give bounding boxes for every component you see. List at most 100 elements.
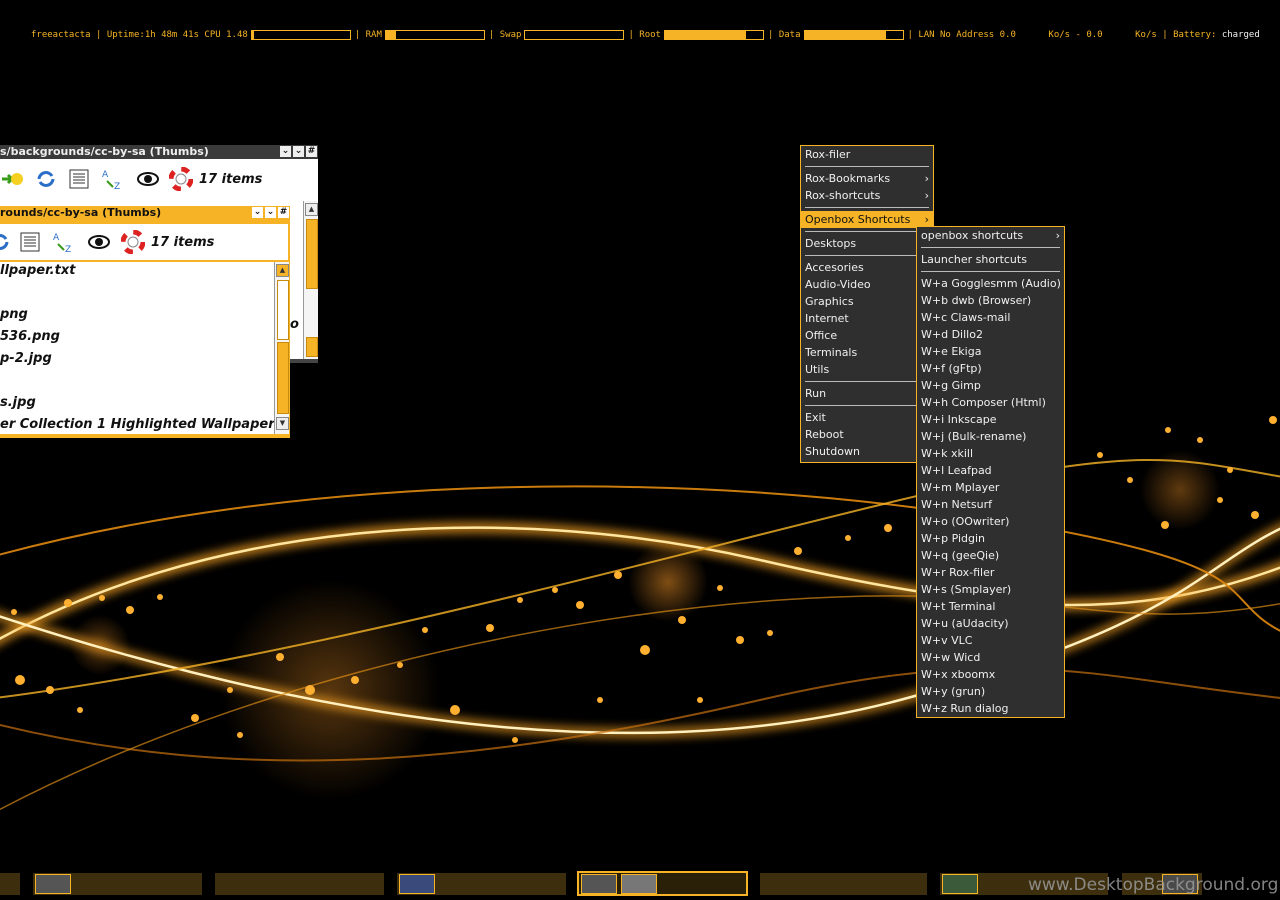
collapse-button[interactable]: ⌄	[252, 207, 263, 218]
refresh-icon[interactable]	[34, 167, 58, 191]
taskbar-button[interactable]	[397, 873, 566, 895]
eye-icon[interactable]	[136, 167, 160, 191]
shortcut-item[interactable]: W+l Leafpad	[917, 462, 1064, 479]
shortcut-item[interactable]: W+y (grun)	[917, 683, 1064, 700]
shortcut-item[interactable]: W+f (gFtp)	[917, 360, 1064, 377]
file-item[interactable]: er Collection 1 Highlighted Wallpaper	[0, 417, 275, 432]
terminal-icon	[581, 874, 617, 894]
sort-icon[interactable]: AZ	[52, 230, 76, 254]
swap-label: Swap	[499, 30, 522, 40]
menu-item-rox-filer[interactable]: Rox-filer	[801, 146, 933, 163]
menu-item-terminals[interactable]: Terminals	[801, 344, 933, 361]
taskbar-button[interactable]	[215, 873, 384, 895]
shortcut-item[interactable]: W+u (aUdacity)	[917, 615, 1064, 632]
scroll-thumb[interactable]	[306, 219, 318, 289]
scroll-thumb-lower[interactable]	[306, 337, 318, 357]
conky-sep: |	[628, 30, 640, 40]
shortcut-item[interactable]: W+g Gimp	[917, 377, 1064, 394]
shortcut-item[interactable]: W+v VLC	[917, 632, 1064, 649]
taskbar-button[interactable]	[0, 873, 20, 895]
eye-icon[interactable]	[87, 230, 111, 254]
shortcut-item[interactable]: W+o (OOwriter)	[917, 513, 1064, 530]
scroll-up-arrow[interactable]: ▲	[276, 264, 289, 277]
item-count: 17 items	[151, 235, 215, 250]
maximize-button[interactable]: #	[306, 146, 317, 157]
file-item[interactable]: p-2.jpg	[0, 351, 52, 366]
shade-button[interactable]: ⌄	[293, 146, 304, 157]
shortcut-item[interactable]: W+t Terminal	[917, 598, 1064, 615]
collapse-button[interactable]: ⌄	[280, 146, 291, 157]
menu-item-internet[interactable]: Internet	[801, 310, 933, 327]
shortcut-item[interactable]: W+k xkill	[917, 445, 1064, 462]
file-item[interactable]: s.jpg	[0, 395, 36, 410]
menu-item-label: Terminals	[805, 346, 858, 359]
sort-icon[interactable]: AZ	[101, 167, 125, 191]
shortcut-item[interactable]: W+n Netsurf	[917, 496, 1064, 513]
menu-item-utils[interactable]: Utils	[801, 361, 933, 378]
file-list-pane[interactable]: llpaper.txt png 536.png p-2.jpg s.jpg er…	[0, 262, 275, 434]
rox-toolbar: AZ 17 items	[0, 161, 318, 197]
shortcut-item[interactable]: W+p Pidgin	[917, 530, 1064, 547]
front-scrollbar[interactable]: ▲ ▼	[274, 262, 289, 434]
menu-item-graphics[interactable]: Graphics	[801, 293, 933, 310]
shortcut-item[interactable]: W+h Composer (Html)	[917, 394, 1064, 411]
details-icon[interactable]	[67, 167, 91, 191]
shortcut-item[interactable]: W+b dwb (Browser)	[917, 292, 1064, 309]
back-window-bottom-edge	[290, 359, 318, 363]
shortcut-item[interactable]: W+x xboomx	[917, 666, 1064, 683]
taskbar-button[interactable]	[33, 873, 202, 895]
menu-item-exit[interactable]: Exit	[801, 409, 933, 426]
menu-item-rox-bookmarks[interactable]: Rox-Bookmarks ›	[801, 170, 933, 187]
submenu-item-openbox-shortcuts[interactable]: openbox shortcuts ›	[917, 227, 1064, 244]
shortcut-item[interactable]: W+s (Smplayer)	[917, 581, 1064, 598]
menu-item-accesories[interactable]: Accesories	[801, 259, 933, 276]
menu-item-label: Graphics	[805, 295, 854, 308]
shortcut-item[interactable]: W+a Gogglesmm (Audio)	[917, 275, 1064, 292]
scroll-down-arrow[interactable]: ▼	[276, 417, 289, 430]
shortcut-item[interactable]: W+d Dillo2	[917, 326, 1064, 343]
back-scrollbar[interactable]: ▲	[303, 201, 318, 361]
menu-item-desktops[interactable]: Desktops	[801, 235, 933, 252]
scroll-up-arrow[interactable]: ▲	[305, 203, 318, 216]
shortcut-item[interactable]: W+z Run dialog	[917, 700, 1064, 717]
shortcut-item[interactable]: W+e Ekiga	[917, 343, 1064, 360]
taskbar-button[interactable]	[760, 873, 927, 895]
scroll-thumb[interactable]	[277, 280, 289, 340]
file-item[interactable]: png	[0, 307, 28, 322]
cpu-bar	[250, 30, 351, 40]
terminal-icon	[35, 874, 71, 894]
maximize-button[interactable]: #	[278, 207, 289, 218]
svg-text:A: A	[53, 233, 60, 243]
window-titlebar[interactable]: s/backgrounds/cc-by-sa (Thumbs) ⌄ ⌄ #	[0, 145, 318, 159]
details-icon[interactable]	[18, 230, 42, 254]
shortcut-item[interactable]: W+m Mplayer	[917, 479, 1064, 496]
taskbar-button-active[interactable]	[577, 871, 748, 896]
refresh-icon[interactable]	[0, 230, 12, 254]
home-forward-icon[interactable]	[0, 167, 24, 191]
menu-item-audio-video[interactable]: Audio-Video	[801, 276, 933, 293]
window-titlebar[interactable]: rounds/cc-by-sa (Thumbs) ⌄ ⌄ #	[0, 206, 290, 220]
menu-item-reboot[interactable]: Reboot	[801, 426, 933, 443]
partial-filename: o	[290, 317, 299, 332]
rox-filer-window-front[interactable]: rounds/cc-by-sa (Thumbs) ⌄ ⌄ # AZ 17 ite…	[0, 206, 290, 438]
menu-item-rox-shortcuts[interactable]: Rox-shortcuts ›	[801, 187, 933, 204]
battery-status: charged	[1221, 30, 1260, 40]
menu-item-office[interactable]: Office	[801, 327, 933, 344]
shade-button[interactable]: ⌄	[265, 207, 276, 218]
menu-item-shutdown[interactable]: Shutdown	[801, 443, 933, 460]
scroll-thumb-lower[interactable]	[277, 342, 289, 414]
help-icon[interactable]	[169, 167, 193, 191]
shortcut-item[interactable]: W+c Claws-mail	[917, 309, 1064, 326]
shortcut-item[interactable]: W+q (geeQie)	[917, 547, 1064, 564]
menu-item-run[interactable]: Run	[801, 385, 933, 402]
shortcut-item[interactable]: W+r Rox-filer	[917, 564, 1064, 581]
shortcut-item[interactable]: W+j (Bulk-rename)	[917, 428, 1064, 445]
submenu-item-launcher-shortcuts[interactable]: Launcher shortcuts	[917, 251, 1064, 268]
file-item[interactable]: llpaper.txt	[0, 263, 75, 278]
file-item[interactable]: 536.png	[0, 329, 60, 344]
menu-item-openbox-shortcuts[interactable]: Openbox Shortcuts ›	[801, 211, 933, 228]
shortcut-item[interactable]: W+w Wicd	[917, 649, 1064, 666]
conky-sep: |	[354, 30, 366, 40]
shortcut-item[interactable]: W+i Inkscape	[917, 411, 1064, 428]
help-icon[interactable]	[121, 230, 145, 254]
